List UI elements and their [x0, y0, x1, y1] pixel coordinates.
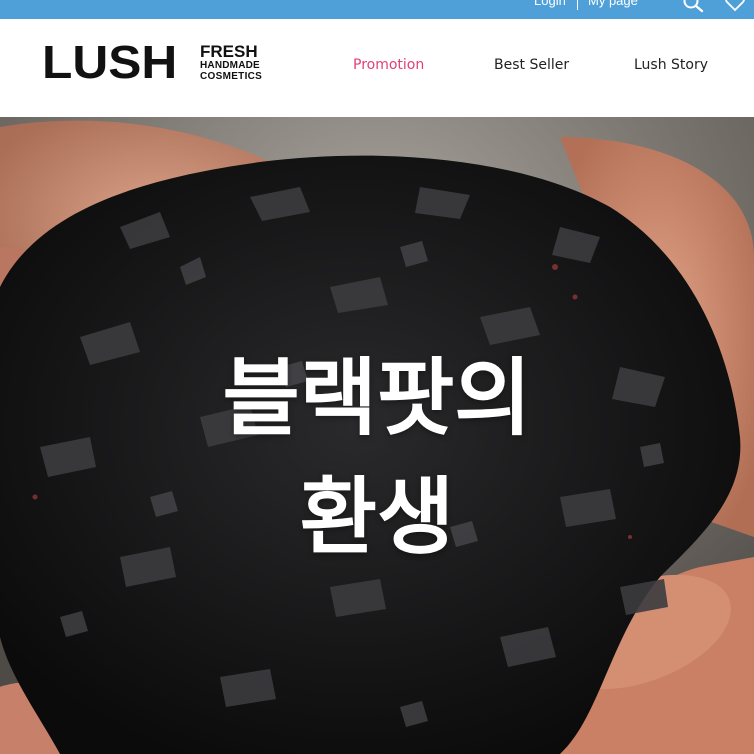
hero-headline-line1: 블랙팟의 — [222, 349, 532, 447]
utility-bar: Login My page — [0, 0, 754, 19]
utility-divider — [577, 0, 578, 10]
login-link[interactable]: Login — [534, 0, 566, 8]
logo-tagline-cosmetics: COSMETICS — [200, 71, 263, 82]
heart-icon[interactable] — [724, 0, 746, 18]
logo-tagline-handmade: HANDMADE — [200, 60, 260, 71]
logo-tagline-fresh: FRESH — [200, 42, 258, 61]
logo-wordmark: LUSH — [42, 36, 178, 88]
hero-banner[interactable]: 블랙팟의 환생 — [0, 117, 754, 754]
search-icon[interactable] — [683, 0, 705, 18]
nav-item-best-seller[interactable]: Best Seller — [494, 57, 569, 73]
nav-item-promotion[interactable]: Promotion — [353, 57, 424, 73]
nav-item-lush-story[interactable]: Lush Story — [634, 57, 708, 73]
hero-headline-line2: 환생 — [299, 468, 455, 566]
site-header: LUSH FRESH HANDMADE COSMETICS Promotion … — [0, 19, 754, 117]
mypage-link[interactable]: My page — [588, 0, 638, 8]
